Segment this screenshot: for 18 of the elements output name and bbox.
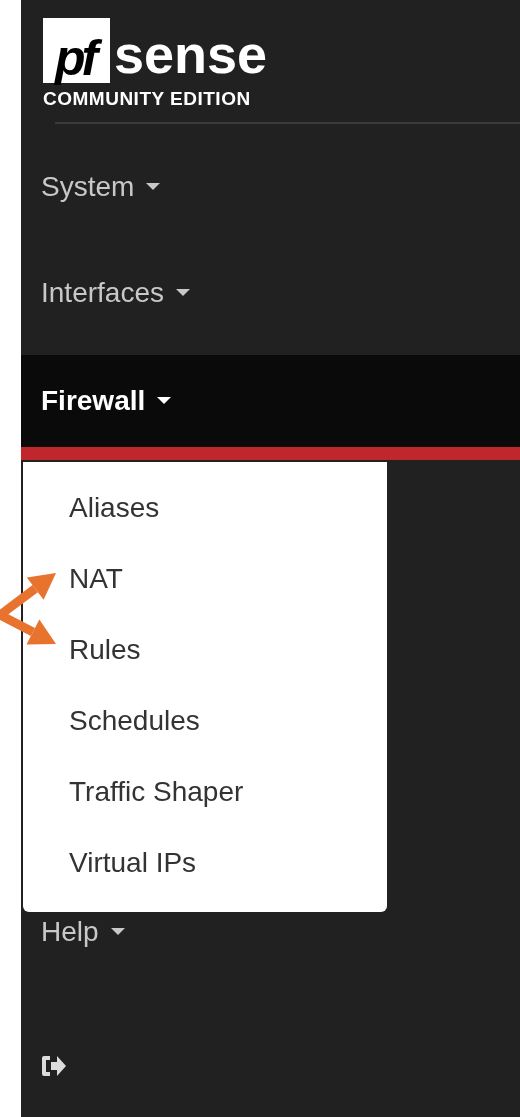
logo-text: sense	[114, 27, 268, 81]
menu-item[interactable]: Aliases	[23, 472, 387, 543]
caret-icon	[157, 397, 172, 405]
nav-item[interactable]: Help	[21, 912, 520, 952]
menu-item[interactable]: Virtual IPs	[23, 827, 387, 898]
nav-item[interactable]: Interfaces	[21, 240, 520, 346]
caret-icon	[110, 928, 125, 936]
nav-item[interactable]: System	[21, 134, 520, 240]
nav-item[interactable]: Firewall	[21, 355, 520, 447]
caret-icon	[175, 289, 190, 297]
menu-item[interactable]: Schedules	[23, 685, 387, 756]
menu-item[interactable]: Traffic Shaper	[23, 756, 387, 827]
caret-icon	[146, 183, 161, 191]
menu-item[interactable]: Rules	[23, 614, 387, 685]
logout-icon[interactable]	[41, 1054, 67, 1078]
logo-badge: pf	[43, 18, 110, 83]
menu-item[interactable]: NAT	[23, 543, 387, 614]
edition-label: COMMUNITY EDITION	[43, 89, 252, 108]
